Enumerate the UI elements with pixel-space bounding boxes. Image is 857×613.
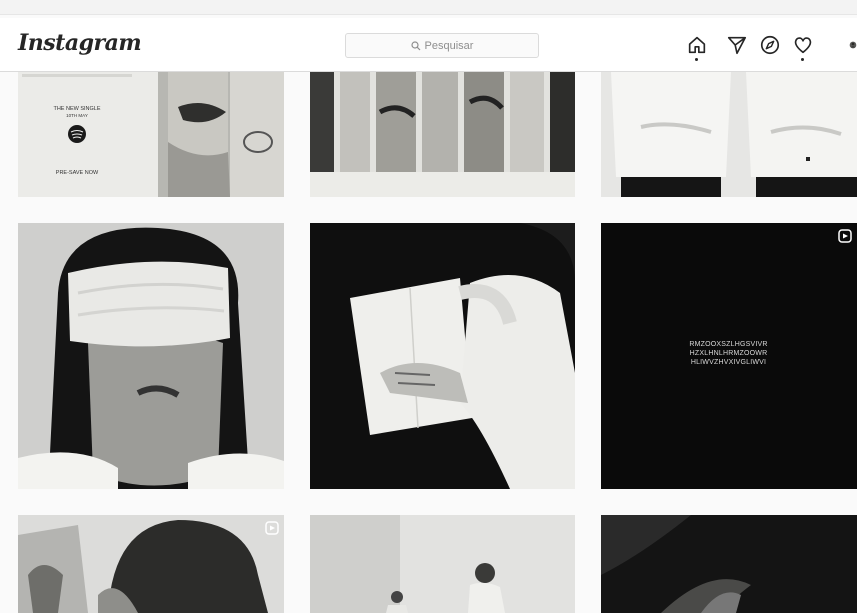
top-navigation-bar: Instagram Pesquisar [0, 18, 857, 72]
post-5-image [310, 223, 575, 489]
post-tile-8[interactable] [310, 515, 575, 613]
reel-icon [265, 521, 279, 535]
direct-icon [727, 36, 747, 55]
post-tile-1[interactable]: THE NEW SINGLE 10TH MAY PRE-SAVE NOW [18, 72, 284, 197]
post-tile-9[interactable] [601, 515, 857, 613]
cipher-line: HZXLHNLHRMZOOWR [689, 350, 768, 357]
promo-subtitle: 10TH MAY [66, 113, 88, 118]
post-tile-6[interactable]: RMZOOXSZLHGSVIVR HZXLHNLHRMZOOWR HLIWVZH… [601, 223, 857, 489]
post-tile-4[interactable] [18, 223, 284, 489]
post-tile-7[interactable] [18, 515, 284, 613]
instagram-logo[interactable]: Instagram [18, 30, 142, 56]
nav-profile-button[interactable] [840, 32, 857, 58]
active-indicator [695, 58, 698, 61]
post-9-image [601, 515, 857, 613]
home-icon [688, 36, 706, 54]
cipher-line: RMZOOXSZLHGSVIVR [689, 341, 768, 348]
heart-icon [794, 37, 812, 54]
reel-icon [838, 229, 852, 243]
activity-indicator [801, 58, 804, 61]
cipher-line: HLIWVZHVXIVGLIWVI [690, 359, 767, 366]
search-box[interactable]: Pesquisar [345, 33, 539, 58]
nav-activity-button[interactable] [790, 32, 816, 61]
post-2-image [310, 72, 575, 197]
promo-cta: PRE-SAVE NOW [55, 170, 99, 176]
post-4-image [18, 223, 284, 489]
post-7-image [18, 515, 284, 613]
post-1-image [18, 72, 284, 197]
explore-icon [760, 35, 780, 55]
nav-home-button[interactable] [684, 32, 710, 61]
post-tile-5[interactable] [310, 223, 575, 489]
avatar [849, 41, 857, 49]
nav-explore-button[interactable] [757, 32, 783, 58]
post-3-image [601, 72, 857, 197]
nav-direct-button[interactable] [724, 32, 750, 58]
post-8-image [310, 515, 575, 613]
post-grid: THE NEW SINGLE 10TH MAY PRE-SAVE NOW V O… [0, 0, 857, 613]
post-tile-3[interactable] [601, 72, 857, 197]
promo-title: THE NEW SINGLE [53, 106, 101, 112]
search-placeholder: Pesquisar [424, 39, 474, 52]
post-tile-2[interactable]: V O I C E S [310, 72, 575, 197]
cipher-text: RMZOOXSZLHGSVIVR HZXLHNLHRMZOOWR HLIWVZH… [601, 340, 856, 367]
search-icon [410, 40, 420, 50]
